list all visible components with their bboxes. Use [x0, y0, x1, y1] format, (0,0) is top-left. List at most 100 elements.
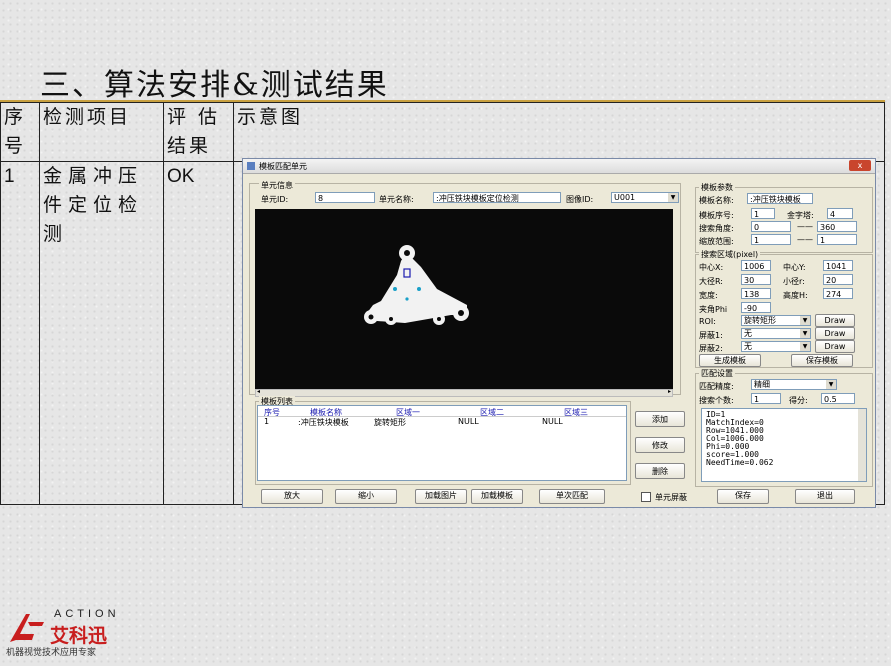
load-image-button[interactable]: 加载图片 [415, 489, 467, 504]
mask2-label: 屏蔽2: [699, 344, 723, 353]
header-diagram: 示意图 [233, 102, 885, 162]
height-label: 高度H: [783, 291, 808, 300]
roi-value: 旋转矩形 [744, 316, 776, 325]
chevron-down-icon[interactable]: ▼ [800, 329, 810, 338]
image-id-label: 图像ID: [566, 195, 594, 204]
template-seq-label: 模板序号: [699, 211, 734, 220]
unit-id-label: 单元ID: [261, 195, 289, 204]
delete-button[interactable]: 删除 [635, 463, 685, 479]
unit-info-label: 单元信息 [259, 180, 295, 191]
height-field[interactable]: 274 [823, 288, 853, 299]
camera-image-view[interactable] [255, 209, 673, 389]
roi-label: ROI: [699, 317, 716, 326]
mask1-draw-button[interactable]: Draw [815, 327, 855, 340]
close-button[interactable]: x [849, 160, 871, 171]
image-id-select[interactable]: U001 ▼ [611, 192, 679, 203]
roi-select[interactable]: 旋转矩形 ▼ [741, 315, 811, 326]
phi-field[interactable]: -90 [741, 302, 771, 313]
result-line: NeedTime=0.062 [706, 458, 774, 467]
mask1-value: 无 [744, 329, 752, 338]
center-y-field[interactable]: 1041 [823, 260, 853, 271]
add-button[interactable]: 添加 [635, 411, 685, 427]
zoom-out-button[interactable]: 缩小 [335, 489, 397, 504]
mask2-draw-button[interactable]: Draw [815, 340, 855, 353]
scale-dash: —— [797, 235, 813, 244]
chevron-down-icon[interactable]: ▼ [800, 342, 810, 351]
image-horizontal-scrollbar[interactable]: ◂ ▸ [255, 388, 673, 397]
generate-template-button[interactable]: 生成模板 [699, 354, 761, 367]
template-list-table[interactable]: 序号 模板名称 区域一 区域二 区域三 1 :冲压铁块模板 旋转矩形 NULL … [257, 405, 627, 481]
list-cell: NULL [458, 417, 479, 426]
width-field[interactable]: 138 [741, 288, 771, 299]
mask2-select[interactable]: 无 ▼ [741, 341, 811, 352]
template-list-header: 序号 模板名称 区域一 区域二 区域三 [258, 406, 626, 417]
template-name-label: 模板名称: [699, 196, 734, 205]
zoom-in-button[interactable]: 放大 [261, 489, 323, 504]
major-radius-label: 大径R: [699, 277, 724, 286]
unit-name-field[interactable]: :冲压铁块模板定位检测 [433, 192, 561, 203]
list-item[interactable]: 1 :冲压铁块模板 旋转矩形 NULL NULL [258, 417, 626, 427]
pyramid-label: 金字塔: [787, 211, 814, 220]
minor-radius-label: 小径r: [783, 277, 805, 286]
center-y-label: 中心Y: [783, 263, 806, 272]
center-x-label: 中心X: [699, 263, 724, 272]
single-match-button[interactable]: 单次匹配 [539, 489, 605, 504]
major-radius-field[interactable]: 30 [741, 274, 771, 285]
scroll-right-icon[interactable]: ▸ [668, 388, 671, 395]
row-result: OK [163, 161, 234, 505]
list-cell: :冲压铁块模板 [298, 418, 349, 427]
precision-select[interactable]: 精细 ▼ [751, 379, 837, 390]
minor-radius-field[interactable]: 20 [823, 274, 853, 285]
precision-value: 精细 [754, 380, 770, 389]
list-cell: 1 [264, 417, 270, 426]
list-cell: NULL [542, 417, 563, 426]
unit-name-label: 单元名称: [379, 195, 414, 204]
match-result-text: ID=1 MatchIndex=0 Row=1041.000 Col=1006.… [701, 408, 867, 482]
save-template-button[interactable]: 保存模板 [791, 354, 853, 367]
width-label: 宽度: [699, 291, 718, 300]
scroll-left-icon[interactable]: ◂ [257, 388, 260, 395]
row-item: 金属冲压件定位检测 [39, 161, 164, 505]
slide-title: 三、算法安排&测试结果 [40, 68, 389, 103]
unit-id-field[interactable]: 8 [315, 192, 375, 203]
score-field[interactable]: 0.5 [821, 393, 855, 404]
header-no: 序号 [0, 102, 40, 162]
center-x-field[interactable]: 1006 [741, 260, 771, 271]
header-result: 评 估结果 [163, 102, 234, 162]
scale-range-label: 缩放范围: [699, 237, 734, 246]
table-header-row: 序号 检测项目 评 估结果 示意图 [0, 102, 885, 162]
angle-max-field[interactable]: 360 [817, 221, 857, 232]
company-logo: ACTION 艾科迅 机器视觉技术应用专家 [6, 608, 136, 658]
precision-label: 匹配精度: [699, 382, 734, 391]
angle-min-field[interactable]: 0 [751, 221, 791, 232]
search-angle-label: 搜索角度: [699, 224, 734, 233]
save-button[interactable]: 保存 [717, 489, 769, 504]
mask1-select[interactable]: 无 ▼ [741, 328, 811, 339]
scale-min-field[interactable]: 1 [751, 234, 791, 245]
mask2-value: 无 [744, 342, 752, 351]
template-params-label: 模板参数 [699, 182, 735, 193]
row-no: 1 [0, 161, 40, 505]
scale-max-field[interactable]: 1 [817, 234, 857, 245]
template-name-field[interactable]: :冲压铁块模板 [747, 193, 813, 204]
template-seq-field[interactable]: 1 [751, 208, 775, 219]
search-region-label: 搜索区域(pixel) [699, 249, 761, 260]
chevron-down-icon[interactable]: ▼ [826, 380, 836, 389]
exit-button[interactable]: 退出 [795, 489, 855, 504]
logo-brand-text: 艾科迅 [50, 625, 108, 647]
chevron-down-icon[interactable]: ▼ [668, 193, 678, 202]
load-template-button[interactable]: 加载模板 [471, 489, 523, 504]
roi-draw-button[interactable]: Draw [815, 314, 855, 327]
header-item: 检测项目 [39, 102, 164, 162]
pyramid-field[interactable]: 4 [827, 208, 853, 219]
list-cell: 旋转矩形 [374, 418, 406, 427]
search-count-label: 搜索个数: [699, 396, 734, 405]
unit-mask-label: 单元屏蔽 [655, 493, 687, 502]
search-count-field[interactable]: 1 [751, 393, 781, 404]
logo-tagline: 机器视觉技术应用专家 [6, 648, 97, 658]
logo-action-text: ACTION [54, 608, 120, 620]
result-scrollbar[interactable] [858, 409, 866, 481]
modify-button[interactable]: 修改 [635, 437, 685, 453]
chevron-down-icon[interactable]: ▼ [800, 316, 810, 325]
unit-mask-checkbox[interactable] [641, 492, 651, 502]
